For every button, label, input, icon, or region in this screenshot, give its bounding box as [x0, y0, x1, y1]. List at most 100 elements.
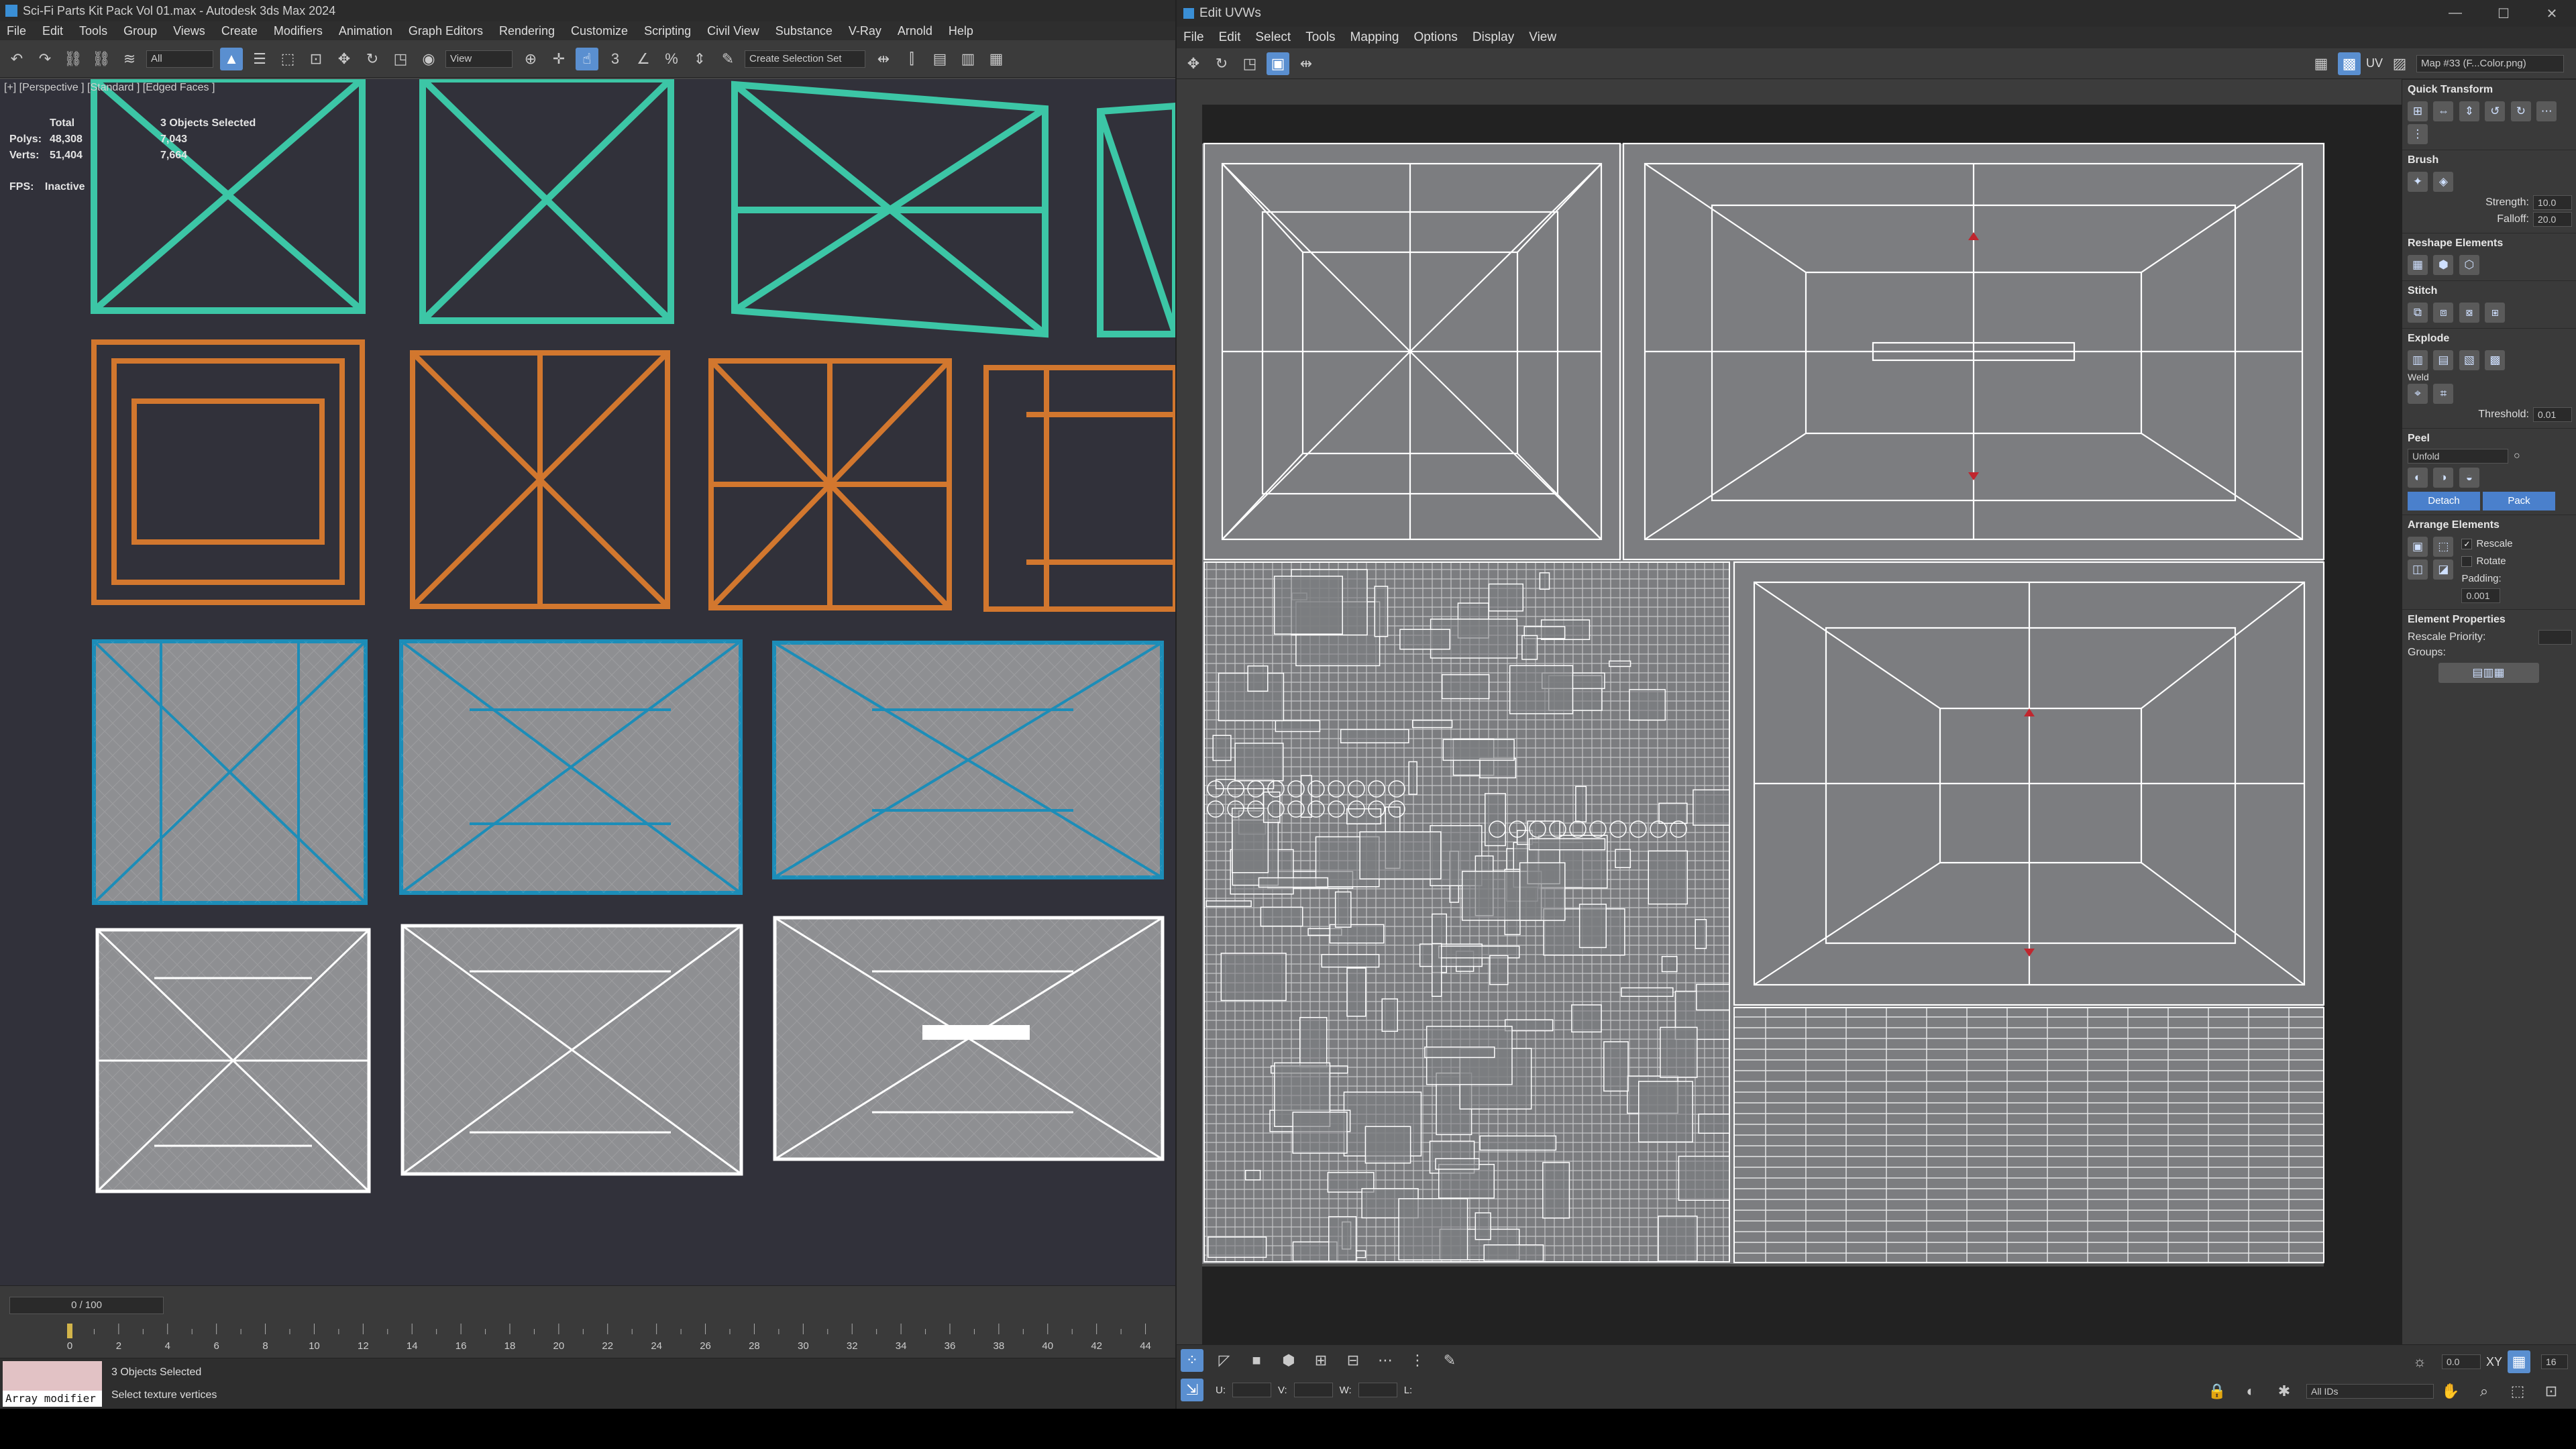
select-move-icon[interactable]: ✥: [333, 48, 356, 70]
menu-animation[interactable]: Animation: [339, 24, 392, 38]
pan-icon[interactable]: ✋: [2439, 1380, 2462, 1403]
stitch-target-icon[interactable]: ⧆: [2485, 303, 2506, 323]
uv-rotate-icon[interactable]: ↻: [1210, 52, 1233, 75]
time-slider[interactable]: 0 / 100: [9, 1297, 164, 1314]
break-icon[interactable]: ▥: [2408, 350, 2428, 370]
brightness-icon[interactable]: ☼: [2408, 1350, 2431, 1373]
paint-select-icon[interactable]: ✎: [1438, 1349, 1461, 1372]
angle-snap-icon[interactable]: ∠: [632, 48, 655, 70]
move-icon[interactable]: ✛: [547, 48, 570, 70]
face-mode-icon[interactable]: ■: [1245, 1349, 1268, 1372]
quick-peel-icon[interactable]: ◐: [2408, 468, 2428, 488]
groups-buttons[interactable]: ▤▥▦: [2438, 663, 2539, 683]
select-by-name-icon[interactable]: ☰: [248, 48, 271, 70]
shrink-icon[interactable]: ⊟: [1342, 1349, 1364, 1372]
vertex-mode-icon[interactable]: ⁘: [1181, 1349, 1203, 1372]
absolute-mode-icon[interactable]: ⇲: [1181, 1379, 1203, 1401]
menu-vray[interactable]: V-Ray: [849, 24, 881, 38]
rescale-elements-icon[interactable]: ◪: [2433, 559, 2454, 580]
stitch-custom-icon[interactable]: ⧉: [2408, 303, 2428, 323]
menu-help[interactable]: Help: [949, 24, 973, 38]
timeline-ruler[interactable]: 0 2 4 6 8 10 12 14 16 18 20 22 24 26 28 30 32 34 36 38 40 42 4…: [67, 1324, 1167, 1357]
checker-icon[interactable]: ▦: [2310, 52, 2332, 75]
peel-header[interactable]: Peel: [2408, 433, 2572, 445]
uv-menu-tools[interactable]: Tools: [1305, 30, 1335, 45]
explode-grid-icon[interactable]: ▩: [2485, 350, 2506, 370]
menu-file[interactable]: File: [7, 24, 26, 38]
align-horizontal-icon[interactable]: ⇔: [2433, 101, 2454, 121]
menu-modifiers[interactable]: Modifiers: [274, 24, 323, 38]
space-horizontal-icon[interactable]: ⋯: [2536, 101, 2557, 121]
manipulate-icon[interactable]: ☝: [576, 47, 598, 70]
menu-arnold[interactable]: Arnold: [898, 24, 932, 38]
brush-header[interactable]: Brush: [2408, 154, 2572, 166]
uv-menu-options[interactable]: Options: [1413, 30, 1457, 45]
v-field[interactable]: [1293, 1383, 1333, 1397]
reshape-header[interactable]: Reshape Elements: [2408, 237, 2572, 250]
straighten-icon[interactable]: ▦: [2408, 255, 2428, 275]
unfold-dropdown[interactable]: Unfold: [2408, 449, 2508, 464]
element-properties-header[interactable]: Element Properties: [2408, 614, 2572, 626]
rect-selection-icon[interactable]: ⬚: [276, 48, 299, 70]
spinner-snap-icon[interactable]: ⇕: [688, 48, 711, 70]
layer-explorer-icon[interactable]: ▥: [957, 48, 979, 70]
reset-peel-icon[interactable]: ◒: [2459, 468, 2479, 488]
bind-spacewarp-icon[interactable]: ≋: [118, 48, 141, 70]
map-dropdown[interactable]: Map #33 (F...Color.png): [2416, 54, 2564, 72]
align-vertical-icon[interactable]: ⇕: [2459, 101, 2479, 121]
texture-icon[interactable]: ▨: [2388, 52, 2411, 75]
uv-menu-file[interactable]: File: [1183, 30, 1204, 45]
window-crossing-icon[interactable]: ⊡: [305, 48, 327, 70]
freeze-icon[interactable]: ✱: [2273, 1380, 2296, 1403]
menu-edit[interactable]: Edit: [42, 24, 63, 38]
minimize-icon[interactable]: —: [2431, 5, 2479, 22]
uv-mirror-icon[interactable]: ⇹: [1295, 52, 1318, 75]
detach-button[interactable]: Detach: [2408, 492, 2480, 511]
relax-brush-icon[interactable]: ◈: [2433, 172, 2454, 192]
select-scale-icon[interactable]: ◳: [389, 48, 412, 70]
rescale-checkbox[interactable]: ✓: [2461, 539, 2473, 550]
padding-spinner[interactable]: 0.001: [2461, 588, 2501, 603]
stitch-avg-icon[interactable]: ⧇: [2459, 303, 2479, 323]
rotate-cw-icon[interactable]: ↻: [2510, 101, 2531, 121]
quick-transform-header[interactable]: Quick Transform: [2408, 84, 2572, 96]
uv-menu-mapping[interactable]: Mapping: [1350, 30, 1399, 45]
w-field[interactable]: [1358, 1383, 1397, 1397]
detach-edge-icon[interactable]: ▤: [2433, 350, 2454, 370]
falloff-spinner[interactable]: 20.0: [2533, 212, 2572, 227]
show-map-icon[interactable]: ▩: [2337, 52, 2361, 75]
hide-icon[interactable]: ◐: [2239, 1380, 2262, 1403]
menu-customize[interactable]: Customize: [571, 24, 628, 38]
uv-menu-display[interactable]: Display: [1472, 30, 1514, 45]
rescale-priority-spinner[interactable]: [2538, 630, 2572, 645]
perspective-viewport[interactable]: [+] [Perspective ] [Standard ] [Edged Fa…: [0, 79, 1175, 1285]
ring-icon[interactable]: ⋮: [1406, 1349, 1429, 1372]
select-object-icon[interactable]: ▲: [220, 47, 243, 70]
grow-icon[interactable]: ⊞: [1309, 1349, 1332, 1372]
mirror-icon[interactable]: ⇹: [872, 48, 895, 70]
element-mode-icon[interactable]: ⬢: [1277, 1349, 1300, 1372]
set-pivot-icon[interactable]: ⊞: [2408, 101, 2428, 121]
u-field[interactable]: [1232, 1383, 1271, 1397]
id-filter-dropdown[interactable]: All IDs: [2306, 1384, 2434, 1399]
stitch-header[interactable]: Stitch: [2408, 285, 2572, 297]
viewport-label[interactable]: [+] [Perspective ] [Standard ] [Edged Fa…: [4, 82, 215, 94]
unlink-icon[interactable]: ⛓: [90, 48, 113, 70]
link-icon[interactable]: ⛓: [62, 48, 85, 70]
uv-move-icon[interactable]: ✥: [1182, 52, 1205, 75]
uv-editor-canvas[interactable]: [1202, 105, 2404, 1344]
zoom-icon[interactable]: ⌕: [2473, 1380, 2496, 1403]
scene-explorer-icon[interactable]: ▤: [928, 48, 951, 70]
space-vertical-icon[interactable]: ⋮: [2408, 124, 2428, 144]
pack-normalize-icon[interactable]: ◫: [2408, 559, 2428, 580]
menu-substance[interactable]: Substance: [775, 24, 833, 38]
maximize-icon[interactable]: ☐: [2479, 5, 2528, 22]
menu-views[interactable]: Views: [173, 24, 205, 38]
close-icon[interactable]: ✕: [2528, 5, 2576, 22]
uv-menu-view[interactable]: View: [1529, 30, 1556, 45]
menu-civil-view[interactable]: Civil View: [707, 24, 759, 38]
menu-scripting[interactable]: Scripting: [644, 24, 691, 38]
uv-menu-edit[interactable]: Edit: [1219, 30, 1241, 45]
rotate-ccw-icon[interactable]: ↺: [2485, 101, 2506, 121]
arrange-header[interactable]: Arrange Elements: [2408, 519, 2572, 531]
